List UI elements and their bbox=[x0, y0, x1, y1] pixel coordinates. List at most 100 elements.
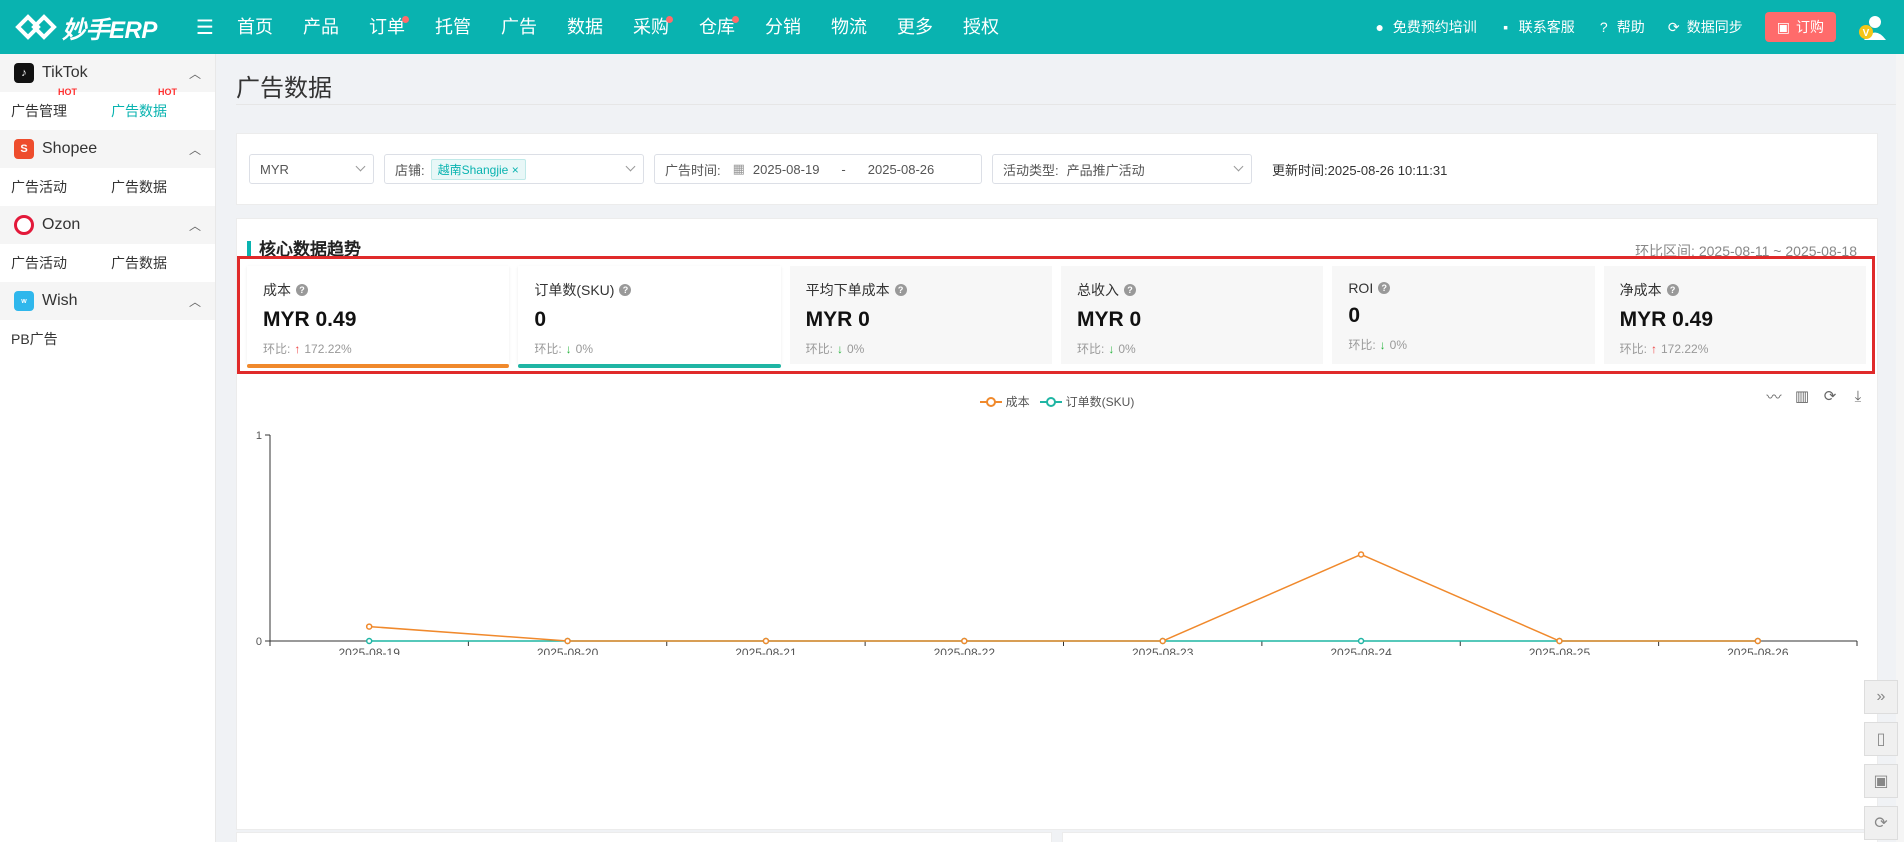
mobile-icon[interactable]: ▯ bbox=[1864, 722, 1898, 756]
support-link[interactable]: ▪ 联系客服 bbox=[1499, 17, 1574, 37]
kpi-compare: 环比: ↑ 172.22% bbox=[263, 340, 493, 357]
kpi-label-row: 净成本? bbox=[1620, 280, 1850, 300]
training-link[interactable]: ● 免费预约培训 bbox=[1373, 17, 1477, 37]
kpi-card[interactable]: 平均下单成本? MYR 0 环比: ↓ 0% bbox=[789, 266, 1052, 364]
sync-link[interactable]: ⟳ 数据同步 bbox=[1667, 17, 1743, 37]
sync-icon: ⟳ bbox=[1667, 18, 1680, 35]
help-icon[interactable]: ? bbox=[619, 284, 632, 296]
shop-tag[interactable]: 越南Shangjie × bbox=[430, 158, 526, 180]
logo-text: 妙手ERP bbox=[62, 16, 157, 44]
sidebar-group-shopee[interactable]: S Shopee ︿ bbox=[0, 130, 215, 168]
x-tick-label: 2025-08-22 bbox=[934, 646, 996, 655]
user-icon: V bbox=[1859, 16, 1886, 40]
nav-item-0[interactable]: 首页 bbox=[222, 0, 288, 54]
x-tick-label: 2025-08-19 bbox=[338, 646, 400, 655]
page-title: 广告数据 bbox=[236, 75, 332, 102]
chart-toolbar: 〰 ▥ ⟳ ⤓ bbox=[1765, 387, 1867, 406]
float-toolbar: » ▯ ▣ ⟳ bbox=[1864, 680, 1898, 840]
chevron-down-icon bbox=[355, 161, 366, 172]
date-to[interactable]: 2025-08-26 bbox=[868, 162, 935, 177]
nav-item-1[interactable]: 产品 bbox=[288, 0, 354, 54]
data-point bbox=[1357, 551, 1365, 558]
currency-select[interactable]: MYR bbox=[249, 154, 374, 184]
sidebar-item-label: 广告数据 bbox=[111, 103, 167, 119]
buy-button[interactable]: ▣ 订购 bbox=[1764, 12, 1836, 42]
x-tick-label: 2025-08-20 bbox=[537, 646, 599, 655]
kpi-label-row: ROI? bbox=[1348, 280, 1578, 296]
sidebar-item-ozon-ad-data[interactable]: 广告数据 bbox=[111, 253, 211, 273]
chevron-up-icon: ︿ bbox=[188, 294, 201, 309]
date-from[interactable]: 2025-08-19 bbox=[753, 162, 820, 177]
nav-item-5[interactable]: 数据 bbox=[552, 0, 618, 54]
chat-icon: ● bbox=[1375, 19, 1384, 35]
help-icon[interactable]: ? bbox=[1378, 282, 1391, 294]
sidebar-item-shopee-campaigns[interactable]: 广告活动 bbox=[11, 177, 111, 197]
kpi-card[interactable]: 净成本? MYR 0.49 环比: ↑ 172.22% bbox=[1603, 266, 1866, 364]
sidebar-item-shopee-ad-data[interactable]: 广告数据 bbox=[111, 177, 211, 197]
download-icon[interactable]: ⤓ bbox=[1849, 387, 1867, 405]
kpi-card[interactable]: 成本? MYR 0.49 环比: ↑ 172.22% bbox=[247, 266, 510, 368]
sidebar-group-ozon[interactable]: Ozon ︿ bbox=[0, 206, 215, 244]
kpi-value: MYR 0.49 bbox=[1619, 308, 1714, 331]
sidebar-group-wish[interactable]: w Wish ︿ bbox=[0, 282, 215, 320]
arrow-down-icon: ↓ bbox=[565, 341, 572, 356]
feedback-icon[interactable]: ▣ bbox=[1864, 764, 1898, 798]
help-icon[interactable]: ? bbox=[894, 284, 907, 296]
nav-item-4[interactable]: 广告 bbox=[486, 0, 552, 54]
sidebar-item-wish-pb[interactable]: PB广告 bbox=[11, 329, 111, 349]
shop-label: 店铺: bbox=[395, 162, 425, 178]
sidebar-group-tiktok[interactable]: ♪ TikTok ︿ bbox=[0, 54, 215, 92]
campaign-type-select[interactable]: 活动类型: 产品推广活动 bbox=[992, 154, 1252, 184]
nav-item-8[interactable]: 分销 bbox=[750, 0, 816, 54]
sidebar-item-ozon-campaigns[interactable]: 广告活动 bbox=[11, 253, 111, 273]
kpi-compare-label: 环比: bbox=[1076, 342, 1105, 356]
chevron-up-icon: ︿ bbox=[188, 142, 201, 157]
help-icon[interactable]: ? bbox=[296, 284, 308, 296]
nav-item-11[interactable]: 授权 bbox=[948, 0, 1014, 54]
sidebar-item-tiktok-ad-data[interactable]: 广告数据 HOT bbox=[111, 87, 211, 121]
sidebar-item-tiktok-ad-manage[interactable]: 广告管理 HOT bbox=[11, 87, 111, 121]
user-avatar[interactable]: V bbox=[1858, 13, 1886, 41]
legend-item[interactable]: 成本 bbox=[979, 393, 1030, 410]
top-navbar: 妙手ERP ☰ 首页 产品 订单 托管 广告 数据 采购 仓库 分销 物流 更多 授权 ● 免费预约培… bbox=[0, 0, 1904, 54]
close-icon[interactable]: × bbox=[512, 163, 519, 177]
menu-toggle-icon[interactable]: ☰ bbox=[192, 14, 218, 40]
kpi-card[interactable]: 总收入? MYR 0 环比: ↓ 0% bbox=[1060, 266, 1324, 364]
nav-item-label: 采购 bbox=[633, 17, 669, 37]
kpi-card[interactable]: ROI? 0 环比: ↓ 0% bbox=[1332, 266, 1595, 364]
collapse-icon[interactable]: » bbox=[1864, 680, 1898, 714]
bag-icon: ▣ bbox=[1776, 18, 1790, 35]
chart-legend: 成本 订单数(SKU) bbox=[237, 393, 1877, 410]
line-chart-icon[interactable]: 〰 bbox=[1765, 387, 1783, 406]
nav-item-10[interactable]: 更多 bbox=[882, 0, 948, 54]
help-link[interactable]: ? 帮助 bbox=[1597, 17, 1645, 37]
nav-item-3[interactable]: 托管 bbox=[420, 0, 486, 54]
wish-icon: w bbox=[14, 291, 34, 311]
kpi-change: 172.22% bbox=[304, 341, 352, 356]
kpi-change: 0% bbox=[847, 341, 865, 356]
kpi-card[interactable]: 订单数(SKU)? 0 环比: ↓ 0% bbox=[518, 266, 781, 368]
logo-icon bbox=[15, 14, 57, 40]
kpi-change: 0% bbox=[575, 341, 594, 356]
help-icon[interactable]: ? bbox=[1666, 284, 1679, 296]
legend-item[interactable]: 订单数(SKU) bbox=[1039, 393, 1134, 410]
nav-item-9[interactable]: 物流 bbox=[816, 0, 882, 54]
date-range-picker[interactable]: 广告时间: ▦ 2025-08-19 - 2025-08-26 bbox=[654, 154, 982, 184]
nav-item-6[interactable]: 采购 bbox=[618, 0, 684, 54]
app-logo[interactable]: 妙手ERP bbox=[14, 9, 184, 45]
nav-item-7[interactable]: 仓库 bbox=[684, 0, 750, 54]
sidebar: ♪ TikTok ︿ 广告管理 HOT 广告数据 HOT S Shopee ︿ 广告活动… bbox=[0, 54, 216, 842]
nav-item-2[interactable]: 订单 bbox=[354, 0, 420, 54]
filter-bar: MYR 店铺: 越南Shangjie × 广告时间: ▦ 2025-08-19 … bbox=[236, 133, 1878, 205]
type-label: 活动类型: bbox=[1003, 162, 1059, 178]
data-point bbox=[1556, 637, 1563, 645]
refresh-icon[interactable]: ⟳ bbox=[1821, 387, 1839, 405]
help-icon[interactable]: ? bbox=[1123, 284, 1136, 296]
kpi-label: 平均下单成本 bbox=[805, 282, 890, 298]
x-tick-label: 2025-08-25 bbox=[1529, 646, 1591, 655]
shop-select[interactable]: 店铺: 越南Shangjie × bbox=[384, 154, 644, 184]
refresh-icon[interactable]: ⟳ bbox=[1864, 806, 1898, 840]
kpi-label-row: 总收入? bbox=[1077, 280, 1307, 300]
bar-chart-icon[interactable]: ▥ bbox=[1793, 387, 1811, 405]
nav-item-label: 托管 bbox=[435, 17, 471, 37]
